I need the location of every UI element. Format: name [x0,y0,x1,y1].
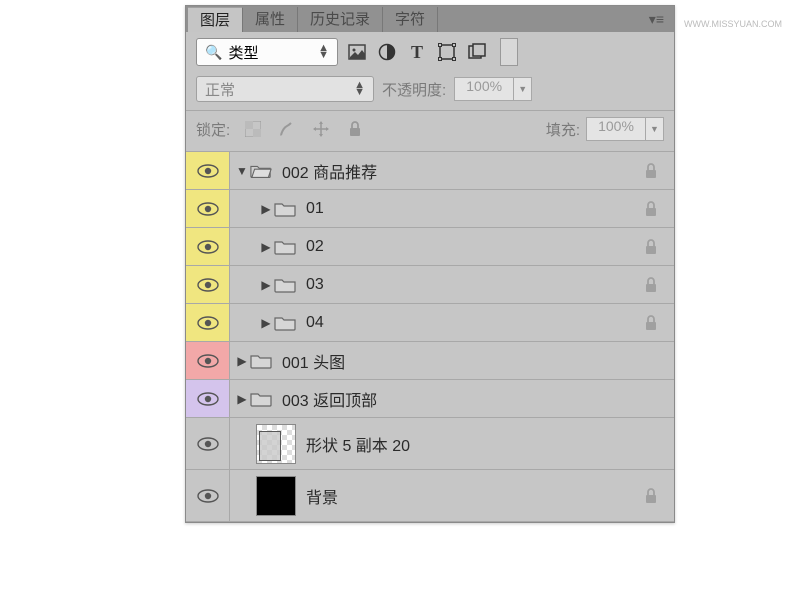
search-icon: 🔍 [205,44,222,61]
layer-body: ▶ 001 头图 [230,342,674,379]
blend-mode-label: 正常 [205,79,235,100]
opacity-input[interactable]: 100% [454,77,514,101]
filter-adjust-icon[interactable] [376,41,398,63]
layer-name[interactable]: 002 商品推荐 [282,159,377,183]
layer-name[interactable]: 001 头图 [282,349,345,373]
layer-body: ▶ 03 [230,266,674,303]
layer-name[interactable]: 背景 [306,484,338,508]
layer-body: ▶ 04 [230,304,674,341]
layer-row[interactable]: ▶ 03 [186,266,674,304]
filter-shape-icon[interactable] [436,41,458,63]
layer-body: ▼ 002 商品推荐 [230,152,674,189]
disclosure-triangle-icon[interactable]: ▶ [234,392,250,406]
folder-icon [274,201,296,217]
tab-layers[interactable]: 图层 [188,7,243,32]
layer-body: 形状 5 副本 20 [230,418,674,469]
layer-thumbnail [256,476,296,516]
visibility-toggle[interactable] [186,470,230,521]
folder-icon [274,277,296,293]
filter-toggle-switch[interactable] [500,38,518,66]
visibility-toggle[interactable] [186,190,230,227]
layer-name[interactable]: 003 返回顶部 [282,387,377,411]
visibility-toggle[interactable] [186,380,230,417]
layer-row[interactable]: 形状 5 副本 20 [186,418,674,470]
layer-row[interactable]: 背景 [186,470,674,522]
fill-input[interactable]: 100% [586,117,646,141]
disclosure-triangle-icon[interactable]: ▶ [258,240,274,254]
lock-icon [644,201,658,217]
fill-group: 填充: 100% ▼ [546,117,664,141]
disclosure-triangle-icon[interactable]: ▶ [234,354,250,368]
lock-position-icon[interactable] [310,118,332,140]
layer-body: ▶ 003 返回顶部 [230,380,674,417]
lock-icon [644,239,658,255]
lock-label: 锁定: [196,119,230,140]
visibility-toggle[interactable] [186,304,230,341]
watermark-url: WWW.MISSYUAN.COM [684,19,782,29]
folder-icon [274,239,296,255]
visibility-toggle[interactable] [186,342,230,379]
opacity-dropdown[interactable]: ▼ [514,77,532,101]
updown-icon: ▲▼ [354,82,365,96]
disclosure-triangle-icon[interactable]: ▼ [234,164,250,178]
layer-name[interactable]: 形状 5 副本 20 [306,432,410,456]
fill-dropdown[interactable]: ▼ [646,117,664,141]
layer-body: ▶ 02 [230,228,674,265]
visibility-toggle[interactable] [186,228,230,265]
layer-body: ▶ 01 [230,190,674,227]
filter-row: 🔍 类型 ▲▼ T [186,32,674,72]
filter-type-select[interactable]: 🔍 类型 ▲▼ [196,38,338,66]
tab-character[interactable]: 字符 [383,7,438,32]
layer-row[interactable]: ▶ 01 [186,190,674,228]
disclosure-triangle-icon[interactable]: ▶ [258,316,274,330]
layer-row[interactable]: ▼ 002 商品推荐 [186,152,674,190]
blend-mode-select[interactable]: 正常 ▲▼ [196,76,374,102]
layer-name[interactable]: 04 [306,314,324,332]
fill-label: 填充: [546,119,580,140]
layer-row[interactable]: ▶ 02 [186,228,674,266]
lock-pixels-icon[interactable] [276,118,298,140]
visibility-toggle[interactable] [186,152,230,189]
filter-label: 类型 [228,42,312,63]
lock-icon [644,277,658,293]
layer-row[interactable]: ▶ 003 返回顶部 [186,380,674,418]
folder-icon [274,315,296,331]
lock-row: 锁定: 填充: 100% ▼ [186,111,674,152]
lock-icon [644,488,658,504]
filter-text-icon[interactable]: T [406,41,428,63]
visibility-toggle[interactable] [186,266,230,303]
tab-history[interactable]: 历史记录 [298,7,383,32]
panel-menu-icon[interactable]: ▾≡ [649,11,664,28]
lock-transparent-icon[interactable] [242,118,264,140]
layer-list: ▼ 002 商品推荐 ▶ 01 ▶ 02 ▶ 03 ▶ 04 ▶ 001 头图 ▶ 003 返回顶部形状 … [186,152,674,522]
layer-name[interactable]: 02 [306,238,324,256]
layer-row[interactable]: ▶ 001 头图 [186,342,674,380]
lock-icon [644,163,658,179]
disclosure-triangle-icon[interactable]: ▶ [258,278,274,292]
disclosure-triangle-icon[interactable]: ▶ [258,202,274,216]
tab-properties[interactable]: 属性 [243,7,298,32]
blend-row: 正常 ▲▼ 不透明度: 100% ▼ [186,72,674,111]
opacity-input-group: 100% ▼ [454,77,532,101]
panel-tabs: 图层 属性 历史记录 字符 ▾≡ [186,6,674,32]
folder-open-icon [250,163,272,179]
folder-icon [250,353,272,369]
lock-all-icon[interactable] [344,118,366,140]
layer-thumbnail [256,424,296,464]
folder-icon [250,391,272,407]
layer-name[interactable]: 03 [306,276,324,294]
filter-pixel-icon[interactable] [346,41,368,63]
lock-icon [644,315,658,331]
layer-row[interactable]: ▶ 04 [186,304,674,342]
filter-smart-icon[interactable] [466,41,488,63]
layer-name[interactable]: 01 [306,200,324,218]
layers-panel: 图层 属性 历史记录 字符 ▾≡ 🔍 类型 ▲▼ T 正常 ▲▼ 不透明度: [185,5,675,523]
visibility-toggle[interactable] [186,418,230,469]
updown-icon: ▲▼ [318,45,329,59]
layer-body: 背景 [230,470,674,521]
opacity-label: 不透明度: [382,79,446,100]
